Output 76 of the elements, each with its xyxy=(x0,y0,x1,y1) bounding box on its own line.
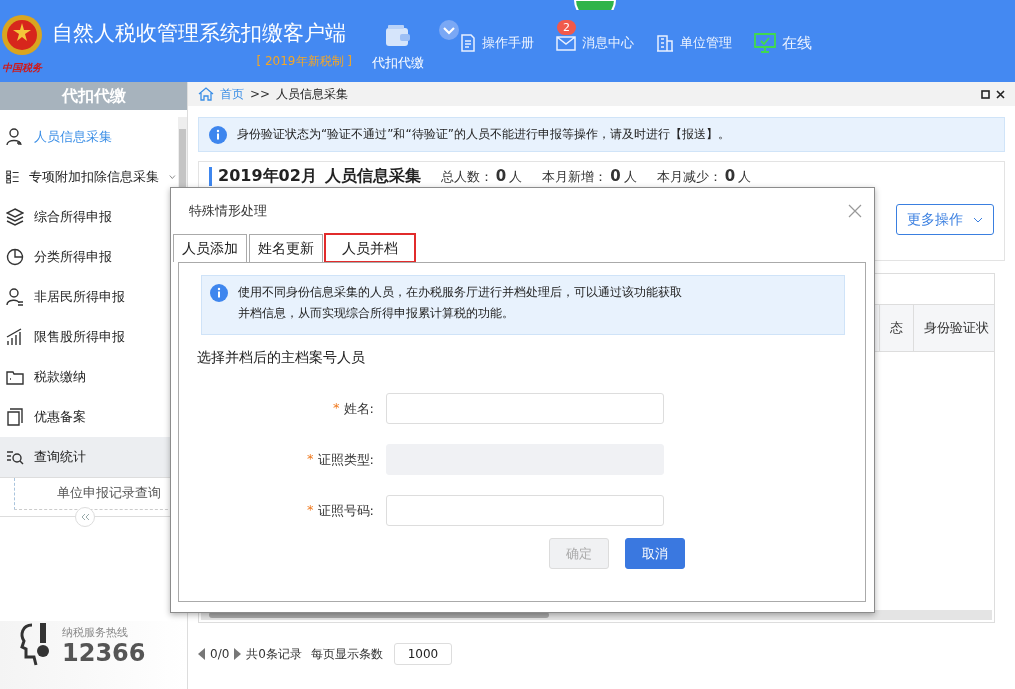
previous-page-icon[interactable] xyxy=(198,648,205,660)
section-heading: 选择并档后的主档案号人员 xyxy=(197,349,366,367)
sidebar-title: 代扣代缴 xyxy=(0,82,187,110)
sidebar-item[interactable]: 专项附加扣除信息采集 xyxy=(0,157,178,197)
required-marker: * xyxy=(307,450,314,468)
info-icon xyxy=(209,125,227,144)
sidebar-item[interactable]: 人员信息采集 xyxy=(0,117,178,157)
home-icon[interactable] xyxy=(198,87,214,101)
stat-label: 本月新增： xyxy=(542,169,608,184)
info-text: 使用不同身份信息采集的人员，在办税服务厅进行并档处理后，可以通过该功能获取 xyxy=(238,284,682,301)
required-marker: * xyxy=(307,501,314,519)
field-label: 姓名: xyxy=(343,399,374,418)
next-page-icon[interactable] xyxy=(234,648,242,660)
dialog-title: 特殊情形处理 xyxy=(189,202,267,220)
breadcrumb-separator: >> xyxy=(250,87,271,101)
sidebar-item[interactable]: 限售股所得申报 xyxy=(0,317,178,357)
page-indicator: 0/0 xyxy=(210,647,230,661)
info-text: 并档信息，从而实现综合所得申报累计算税的功能。 xyxy=(238,305,515,322)
page-size-label: 每页显示条数 xyxy=(310,645,383,663)
search-list-icon xyxy=(6,448,24,466)
maximize-icon[interactable] xyxy=(981,89,990,99)
field-label: 证照类型: xyxy=(317,450,374,469)
column-header: 态 xyxy=(879,305,913,351)
stat-value: 0 xyxy=(495,167,507,185)
field-label: 证照号码: xyxy=(317,501,374,520)
person-add-icon xyxy=(6,128,24,146)
column-header: 身份验证状 xyxy=(913,305,1014,351)
emblem-icon xyxy=(0,13,44,57)
pie-icon xyxy=(6,248,24,266)
dialog-tab[interactable]: 姓名更新 xyxy=(249,234,323,262)
sidebar-item[interactable]: 非居民所得申报 xyxy=(0,277,178,317)
stat-unit: 人 xyxy=(509,169,523,184)
breadcrumb-current: 人员信息采集 xyxy=(276,85,349,103)
chevron-down-icon[interactable] xyxy=(438,19,460,41)
sidebar-item[interactable]: 优惠备案 xyxy=(0,397,178,437)
building-icon xyxy=(656,34,674,52)
info-icon xyxy=(210,284,228,302)
record-count: 共0条记录 xyxy=(246,645,302,663)
page-size-field[interactable]: 1000 xyxy=(393,643,452,665)
stat-unit: 人 xyxy=(738,169,752,184)
stat-label: 本月减少： xyxy=(656,169,722,184)
stat-unit: 人 xyxy=(623,169,637,184)
message-count-badge: 2 xyxy=(557,20,576,35)
person-icon xyxy=(6,288,24,306)
required-marker: * xyxy=(333,399,340,417)
stat-value: 0 xyxy=(724,167,736,185)
layers-icon xyxy=(6,208,24,226)
edition-label: [ 2019年新税制 ] xyxy=(256,52,352,70)
double-chevron-left-icon xyxy=(79,513,90,521)
collapse-button[interactable] xyxy=(74,507,95,527)
bars-icon xyxy=(6,328,24,346)
summary-title: 人员信息采集 xyxy=(324,167,421,185)
sidebar-item[interactable]: 综合所得申报 xyxy=(0,197,178,237)
brand-mark: 中国税务 xyxy=(2,61,42,75)
mail-icon xyxy=(556,35,576,51)
summary-title: 2019年02月 xyxy=(218,167,317,185)
dialog-tab[interactable]: 人员并档 xyxy=(325,234,415,262)
stat-label: 总人数： xyxy=(440,169,493,184)
close-icon[interactable] xyxy=(996,89,1005,99)
document-icon xyxy=(460,34,476,52)
hotline-number: 12366 xyxy=(62,639,146,666)
doc-icon xyxy=(6,408,24,426)
dialog-tab[interactable]: 人员添加 xyxy=(173,234,247,262)
chevron-down-icon xyxy=(169,174,176,180)
sidebar-item[interactable]: 税款缴纳 xyxy=(0,357,178,397)
stat-value: 0 xyxy=(610,167,621,185)
monitor-icon xyxy=(754,33,776,53)
hotline-label: 纳税服务热线 xyxy=(62,624,129,640)
input-field[interactable] xyxy=(386,393,664,424)
list-icon xyxy=(6,168,20,186)
notice-text: 身份验证状态为“验证不通过”和“待验证”的人员不能进行申报等操作，请及时进行【报送】。 xyxy=(237,126,730,143)
more-actions-button[interactable]: 更多操作 xyxy=(896,204,994,235)
caret-icon xyxy=(973,216,983,223)
dialog-button[interactable]: 取消 xyxy=(625,538,685,569)
input-field[interactable] xyxy=(386,495,664,526)
app-title: 自然人税收管理系统扣缴客户端 xyxy=(52,19,346,47)
